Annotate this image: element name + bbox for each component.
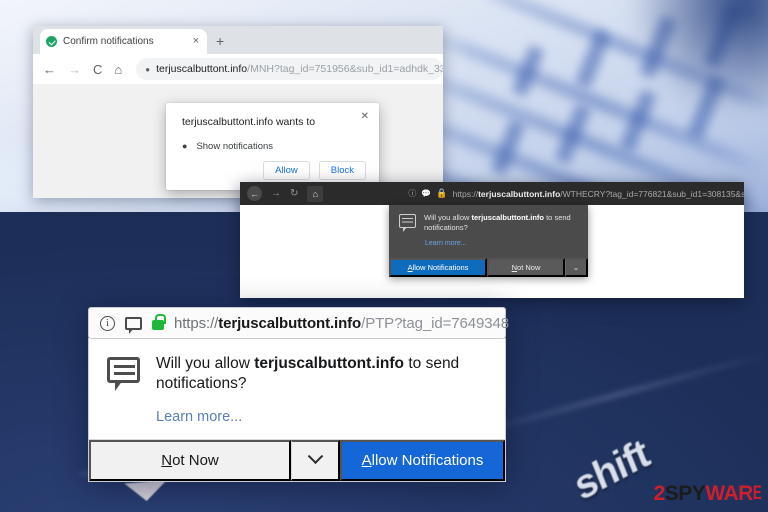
edge-url-path: /WTHECRY?tag_id=776821&sub_id1=308135&su… — [560, 188, 744, 199]
forward-icon[interactable]: → — [68, 63, 81, 76]
edge-dialog-message: Will you allow terjuscalbuttont.info to … — [424, 213, 579, 233]
chevron-down-icon[interactable]: ⌄ — [565, 258, 588, 277]
watermark-part-spy: SPY — [664, 482, 706, 505]
lock-icon — [152, 313, 166, 330]
chrome-browser-window: Confirm notifications × + ← → C ⌂ ● terj… — [33, 26, 443, 198]
edge-page-content: Will you allow terjuscalbuttont.info to … — [240, 205, 744, 298]
not-now-button[interactable]: Not Now — [487, 258, 565, 277]
speech-bubble-icon — [399, 214, 416, 232]
watermark-part-war: WAR — [705, 482, 753, 505]
chrome-bubble-actions: Allow Block — [263, 160, 366, 180]
home-icon[interactable]: ⌂ — [307, 185, 324, 202]
chrome-toolbar: ← → C ⌂ ● terjuscalbuttont.info/MNH?tag_… — [33, 54, 443, 84]
home-icon[interactable]: ⌂ — [114, 63, 122, 76]
allow-accesskey: A — [361, 452, 372, 470]
big-url-host: terjuscalbuttont.info — [218, 314, 362, 332]
not-now-button[interactable]: Not Now — [89, 440, 291, 482]
edge-address-bar[interactable]: ⓘ 💬 🔒 https://terjuscalbuttont.info/WTHE… — [332, 188, 744, 199]
big-question-prefix: Will you allow — [156, 355, 255, 372]
forward-icon[interactable]: → — [271, 188, 281, 199]
chat-icon[interactable]: 💬 — [421, 189, 431, 198]
big-url-path: /PTP?tag_id=7649348 — [361, 314, 509, 332]
big-text-column: Will you allow terjuscalbuttont.info to … — [156, 354, 489, 425]
learn-more-link[interactable]: Learn more... — [425, 240, 588, 247]
allow-label-rest: llow Notifications — [412, 263, 469, 272]
chrome-url-host: terjuscalbuttont.info — [156, 63, 248, 75]
back-icon[interactable]: ← — [43, 63, 56, 76]
edge-message-prefix: Will you allow — [424, 213, 472, 222]
edge-dialog-actions: Allow Notifications Not Now ⌄ — [389, 258, 588, 277]
big-dialog-content: Will you allow terjuscalbuttont.info to … — [89, 338, 505, 439]
close-icon[interactable]: × — [193, 36, 201, 47]
edge-permission-dialog: Will you allow terjuscalbuttont.info to … — [389, 205, 588, 277]
edge-url-scheme: https:// — [452, 188, 479, 199]
big-url-scheme: https:// — [174, 314, 219, 332]
not-now-accesskey: N — [161, 452, 173, 470]
big-question-host: terjuscalbuttont.info — [254, 355, 405, 372]
refresh-icon[interactable]: ↻ — [290, 188, 298, 199]
watermark-part-2: 2 — [653, 482, 666, 505]
big-question-text: Will you allow terjuscalbuttont.info to … — [156, 354, 489, 394]
allow-notifications-button[interactable]: Allow Notifications — [340, 440, 505, 482]
edge-url-host: terjuscalbuttont.info — [478, 188, 561, 199]
watermark-part-e: E — [752, 483, 762, 504]
new-tab-icon[interactable]: + — [216, 34, 224, 48]
watermark: 2 SPY WAR E — [654, 483, 763, 504]
green-check-favicon-icon — [46, 36, 57, 47]
chevron-down-button[interactable] — [291, 440, 340, 482]
block-button[interactable]: Block — [318, 160, 366, 180]
edge-dialog-body: Will you allow terjuscalbuttont.info to … — [389, 205, 588, 233]
lock-icon: 🔒 — [436, 188, 448, 198]
info-icon[interactable]: i — [100, 315, 115, 331]
corner-shadow — [618, 0, 768, 110]
down-arrow-key-icon — [124, 480, 168, 503]
allow-label-rest: llow Notifications — [371, 452, 484, 470]
big-dialog-panel: Will you allow terjuscalbuttont.info to … — [88, 338, 506, 483]
large-notification-prompt: i https://terjuscalbuttont.info/PTP?tag_… — [88, 307, 509, 483]
lock-icon: ● — [145, 64, 151, 74]
speech-bubble-icon — [107, 357, 140, 391]
allow-notifications-button[interactable]: Allow Notifications — [389, 258, 487, 277]
big-url-text: https://terjuscalbuttont.info/PTP?tag_id… — [174, 315, 509, 332]
chrome-url-text: terjuscalbuttont.info/MNH?tag_id=751956&… — [156, 63, 443, 75]
edge-browser-window: ← → ↻ ⌂ ⓘ 💬 🔒 https://terjuscalbuttont.i… — [240, 182, 744, 298]
chat-icon[interactable] — [125, 316, 142, 334]
chevron-down-icon — [307, 448, 323, 465]
bell-icon: ● — [182, 141, 188, 151]
edge-toolbar: ← → ↻ ⌂ ⓘ 💬 🔒 https://terjuscalbuttont.i… — [240, 182, 744, 205]
allow-button[interactable]: Allow — [263, 160, 310, 180]
chrome-permission-row: ● Show notifications — [182, 141, 365, 152]
edge-url-text: https://terjuscalbuttont.info/WTHECRY?ta… — [453, 189, 744, 199]
big-dialog-actions: Not Now Allow Notifications — [89, 439, 505, 482]
back-icon[interactable]: ← — [247, 186, 262, 201]
chrome-url-path: /MNH?tag_id=751956&sub_id1=adhdk_339-124… — [247, 63, 443, 75]
edge-message-host: terjuscalbuttont.info — [471, 213, 545, 222]
chrome-permission-bubble: terjuscalbuttont.info wants to ✕ ● Show … — [166, 103, 379, 190]
chrome-permission-label: Show notifications — [196, 141, 274, 152]
chrome-tab-strip: Confirm notifications × + — [33, 26, 443, 54]
chrome-bubble-title: terjuscalbuttont.info wants to — [182, 116, 316, 128]
learn-more-link[interactable]: Learn more... — [156, 409, 489, 425]
reload-icon[interactable]: C — [93, 63, 102, 76]
chrome-tab-title: Confirm notifications — [63, 36, 154, 47]
not-now-label-rest: ot Now — [517, 263, 541, 272]
info-icon[interactable]: ⓘ — [408, 188, 416, 199]
chrome-tab[interactable]: Confirm notifications × — [40, 29, 207, 54]
chrome-address-bar[interactable]: ● terjuscalbuttont.info/MNH?tag_id=75195… — [136, 58, 443, 80]
not-now-label-rest: ot Now — [172, 452, 219, 470]
close-icon[interactable]: ✕ — [361, 112, 369, 122]
big-address-bar[interactable]: i https://terjuscalbuttont.info/PTP?tag_… — [88, 307, 509, 339]
